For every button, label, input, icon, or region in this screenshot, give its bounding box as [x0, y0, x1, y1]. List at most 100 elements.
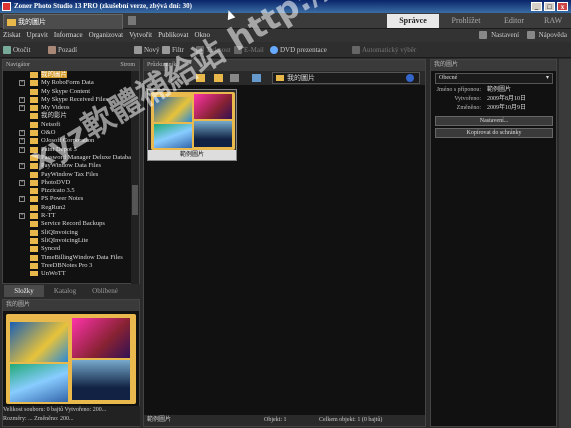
expand-icon[interactable]: + [19, 105, 25, 112]
help-icon [526, 31, 535, 40]
tree-item[interactable]: RegRun2 [3, 204, 132, 212]
filter-icon [162, 46, 170, 55]
print-button[interactable]: Tisknout [196, 42, 231, 58]
maximize-button[interactable]: □ [544, 2, 555, 11]
settings-button[interactable]: Nastavení... [435, 116, 553, 126]
status-bar: 範例圖片 Objekt: 1 Celkem objekt: 1 (0 bajtů… [144, 415, 425, 426]
tree-item[interactable]: SliQInvoicingLite [3, 237, 132, 245]
tree-item[interactable]: + My Skype Received Files [3, 96, 132, 104]
mode-tab-prohlizet[interactable]: Prohlížet [443, 14, 489, 28]
menu-organizovat[interactable]: Organizovat [86, 29, 126, 42]
scroll-thumb[interactable] [132, 185, 138, 215]
preview-photo-4 [72, 360, 130, 400]
email-button[interactable]: E-Mail [234, 42, 264, 58]
menu-upravit[interactable]: Upravit [24, 29, 51, 42]
tree-item[interactable]: + PS Power Notes [3, 195, 132, 203]
tree-item[interactable]: + OJosoft Corporation [3, 137, 132, 145]
address-value: 我的圖片 [287, 74, 315, 82]
expand-icon[interactable]: + [19, 213, 25, 220]
tree-item[interactable]: SliQInvoicing [3, 229, 132, 237]
filter-button[interactable]: Filtr [162, 42, 184, 58]
tree-item[interactable]: My Skype Content [3, 88, 132, 96]
auto-select-button[interactable]: Automatický výběr [352, 42, 416, 58]
tab-slozky[interactable]: Složky [4, 285, 44, 297]
sort-icon[interactable] [230, 74, 239, 82]
address-bar[interactable]: 我的圖片 [272, 72, 420, 84]
menu-informace[interactable]: Informace [51, 29, 86, 42]
forward-icon[interactable]: → [158, 74, 165, 88]
menu-napoveda[interactable]: Nápověda [539, 31, 567, 39]
mode-tab-spravce[interactable]: Správce [387, 14, 439, 28]
info-category-dropdown[interactable]: Obecné ▾ [435, 73, 553, 84]
menu-nastaveni[interactable]: Nastavení [491, 31, 519, 39]
new-folder-icon[interactable] [214, 74, 223, 82]
bottom-tabs: Složky Katalog Oblíbené [2, 284, 140, 297]
copy-to-clipboard-button[interactable]: Kopírovat do schránky [435, 128, 553, 138]
expand-icon[interactable]: + [19, 138, 25, 145]
tree-item[interactable]: + O&O [3, 129, 132, 137]
preview-photo-2 [72, 318, 130, 358]
status-name: 範例圖片 [147, 417, 172, 423]
folder-icon [30, 105, 38, 112]
minimize-button[interactable]: _ [531, 2, 542, 11]
new-tab-icon[interactable] [128, 16, 136, 25]
tree-item[interactable]: + My Videos [3, 104, 132, 112]
view-icon[interactable] [252, 74, 261, 82]
tree-item[interactable]: Netsoft [3, 121, 132, 129]
expand-icon[interactable]: + [19, 179, 25, 186]
tree-item[interactable]: + PhotoDVD [3, 179, 132, 187]
tree-item[interactable]: + PayWindow Data Files [3, 162, 132, 170]
expand-icon[interactable]: + [19, 96, 25, 103]
tree-item[interactable]: TimeBillingWindow Data Files [3, 254, 132, 262]
mode-tab-editor[interactable]: Editor [494, 14, 534, 28]
tree-item[interactable]: Service Record Backups [3, 220, 132, 228]
tree-item[interactable]: Pizzicato 3.5 [3, 187, 132, 195]
info-table: Jméno s příponou: 範例圖片 Vytvořeno: 2009年8月10… [435, 86, 553, 113]
back-icon[interactable]: ← [148, 74, 155, 88]
thumbnail-item[interactable]: 範例圖片 [147, 89, 237, 161]
info-header: 我的圖片 [431, 60, 556, 71]
folder-icon [30, 138, 38, 145]
tree-item[interactable]: PayWindow Tax Files [3, 171, 132, 179]
tree-item[interactable]: Synced [3, 245, 132, 253]
document-tab[interactable]: 我的圖片 [3, 14, 123, 29]
menu-publikovat[interactable]: Publikovat [155, 29, 191, 42]
info-value: 2009年8月10日 [487, 96, 527, 102]
tree-item[interactable]: + Paint Depot 5 [3, 146, 132, 154]
expand-icon[interactable]: + [19, 163, 25, 170]
rotate-button[interactable]: Otočit [3, 42, 31, 58]
tab-katalog[interactable]: Katalog [47, 285, 83, 297]
tree-item[interactable]: Password Manager Deluxe Database [3, 154, 132, 162]
app-icon [2, 2, 11, 11]
tree-scrollbar[interactable] [131, 71, 139, 284]
expand-icon[interactable]: + [19, 146, 25, 153]
tab-oblibene[interactable]: Oblíbené [85, 285, 125, 297]
menu-okno[interactable]: Okno [191, 29, 213, 42]
tree-item[interactable]: UnWoTT [3, 270, 132, 276]
folder-icon [30, 171, 38, 178]
expand-icon[interactable]: + [19, 130, 25, 137]
mode-tab-raw[interactable]: RAW [538, 14, 568, 28]
background-button[interactable]: Pozadí [48, 42, 77, 58]
expand-icon[interactable]: + [19, 80, 25, 87]
up-icon[interactable]: ↑ [170, 74, 174, 88]
folder-icon [7, 19, 16, 26]
folder-icon[interactable] [196, 74, 205, 82]
new-button[interactable]: Nový [134, 42, 160, 58]
folder-icon [30, 121, 38, 128]
email-icon [234, 46, 242, 55]
refresh-icon[interactable] [406, 74, 414, 82]
menu-vytvorit[interactable]: Vytvořit [126, 29, 155, 42]
close-button[interactable]: x [557, 2, 568, 11]
tree-item[interactable]: 我的圖片 [3, 71, 132, 79]
tree-item[interactable]: + R-TT [3, 212, 132, 220]
tree-view-dropdown[interactable]: Strom [120, 60, 135, 71]
tree-item[interactable]: TreeDBNotes Pro 3 [3, 262, 132, 270]
tree-item-label: PayWindow Data Files [41, 162, 102, 170]
tree-item[interactable]: 我的影片 [3, 112, 132, 120]
dvd-button[interactable]: DVD prezentace [270, 42, 327, 58]
folder-icon [30, 213, 38, 220]
tree-item[interactable]: + My RoboForm Data [3, 79, 132, 87]
menu-ziskat[interactable]: Získat [0, 29, 24, 42]
expand-icon[interactable]: + [19, 196, 25, 203]
